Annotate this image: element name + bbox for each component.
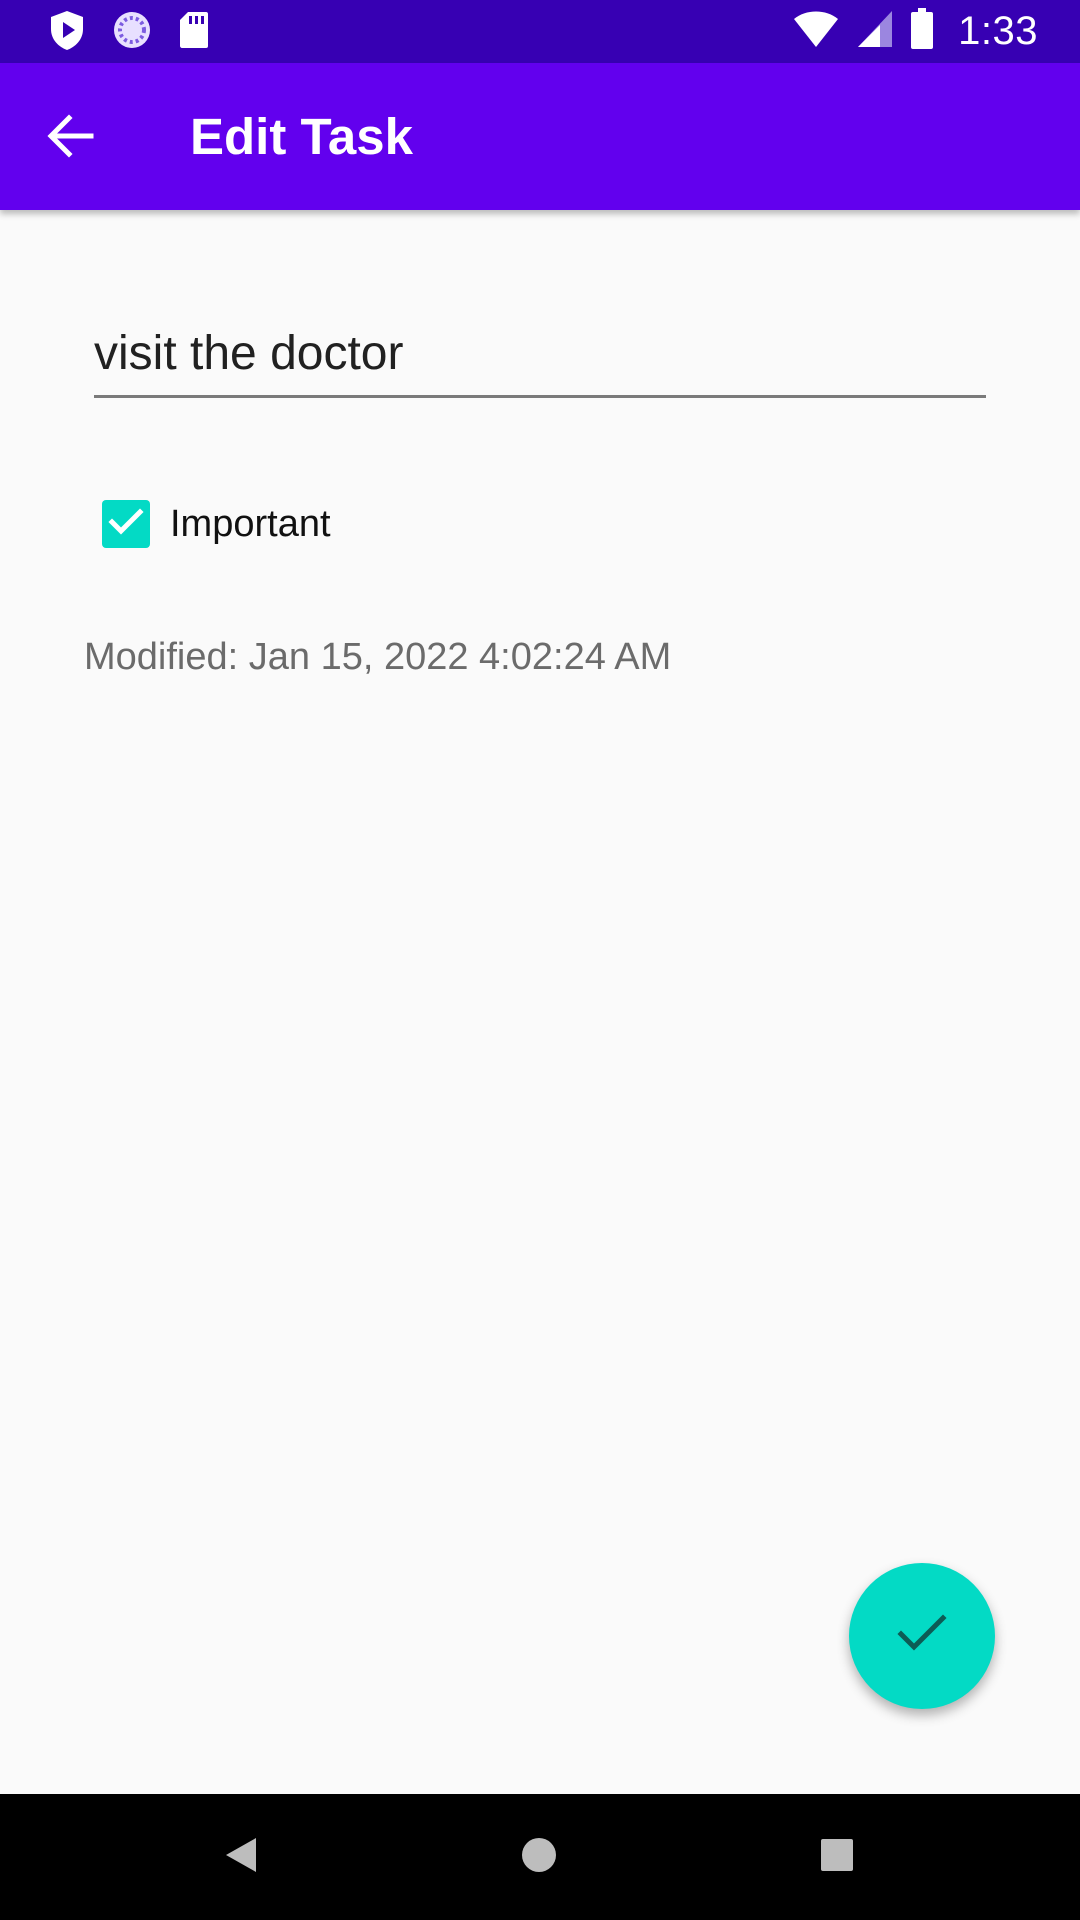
task-title-input[interactable] (94, 320, 986, 398)
shield-play-icon (48, 9, 86, 56)
important-checkbox-row[interactable]: Important (102, 500, 331, 548)
nav-home-button[interactable] (506, 1824, 572, 1890)
nav-recents-button[interactable] (804, 1824, 870, 1890)
cell-signal-icon (856, 9, 894, 54)
sd-card-icon (178, 10, 210, 55)
battery-icon (910, 7, 934, 55)
check-icon (896, 1613, 948, 1660)
home-circle-icon (520, 1836, 558, 1879)
back-triangle-icon (224, 1836, 258, 1879)
save-fab-button[interactable] (849, 1563, 995, 1709)
status-bar: 1:33 (0, 0, 1080, 63)
nav-back-button[interactable] (208, 1824, 274, 1890)
recents-square-icon (820, 1838, 854, 1877)
status-time: 1:33 (958, 8, 1038, 53)
checkmark-icon (108, 507, 144, 542)
back-button[interactable] (36, 103, 106, 173)
important-label: Important (170, 502, 331, 545)
sync-circle-icon (112, 10, 152, 55)
arrow-back-icon (47, 113, 95, 163)
wifi-icon (792, 9, 840, 54)
status-left-icons (48, 10, 210, 54)
status-right-icons: 1:33 (792, 7, 1038, 55)
page-title: Edit Task (190, 108, 413, 165)
system-nav-bar (0, 1794, 1080, 1920)
app-bar: Edit Task (0, 63, 1080, 210)
important-checkbox[interactable] (102, 500, 150, 548)
modified-timestamp: Modified: Jan 15, 2022 4:02:24 AM (84, 636, 672, 678)
